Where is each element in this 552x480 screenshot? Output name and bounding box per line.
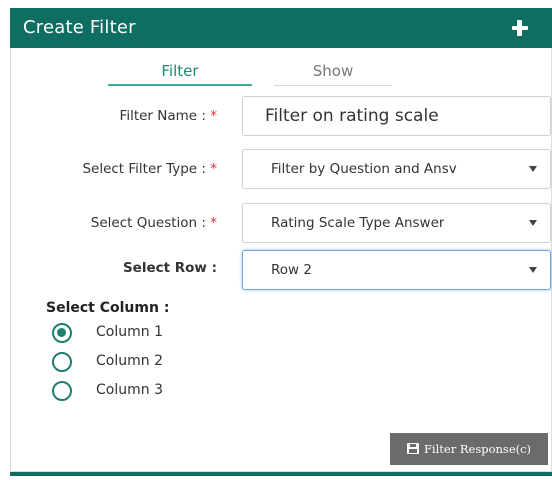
question-select[interactable]: Rating Scale Type Answer [242, 203, 551, 243]
filter-type-label-text: Select Filter Type : [82, 161, 206, 177]
row-select[interactable]: Row 2 [242, 250, 551, 290]
filter-name-input[interactable]: Filter on rating scale [242, 96, 551, 136]
tab-show[interactable]: Show [274, 62, 392, 86]
plus-icon[interactable] [510, 18, 530, 38]
floppy-disk-icon [406, 443, 419, 454]
radio-label: Column 2 [96, 353, 163, 369]
filter-type-label: Select Filter Type : * [82, 161, 217, 177]
radio-label: Column 1 [96, 324, 163, 340]
chevron-down-icon [529, 166, 537, 172]
filter-type-select[interactable]: Filter by Question and Ansv [242, 149, 551, 189]
filter-name-label-text: Filter Name : [119, 108, 206, 124]
panel-header: Create Filter [10, 8, 552, 48]
row-value: Row 2 [271, 262, 312, 278]
tab-filter[interactable]: Filter [108, 62, 252, 86]
radio-checked-icon [52, 323, 72, 343]
filter-type-value: Filter by Question and Ansv [271, 161, 457, 177]
filter-response-label: Filter Response(c) [423, 442, 532, 456]
chevron-down-icon [529, 267, 537, 273]
required-mark: * [210, 215, 217, 231]
question-label: Select Question : * [91, 215, 217, 231]
radio-unchecked-icon [52, 352, 72, 372]
radio-unchecked-icon [52, 381, 72, 401]
column-heading: Select Column : [46, 300, 170, 316]
filter-name-label: Filter Name : * [120, 108, 217, 124]
panel-title: Create Filter [23, 17, 136, 38]
question-label-text: Select Question : [90, 215, 206, 231]
panel-footer-bar [10, 472, 552, 476]
chevron-down-icon [529, 220, 537, 226]
required-mark: * [210, 161, 217, 177]
radio-label: Column 3 [96, 382, 163, 398]
required-mark: * [210, 108, 217, 124]
row-label: Select Row : [122, 260, 217, 276]
filter-response-button[interactable]: Filter Response(c) [390, 433, 548, 465]
question-value: Rating Scale Type Answer [271, 215, 445, 231]
filter-name-value: Filter on rating scale [265, 106, 439, 126]
